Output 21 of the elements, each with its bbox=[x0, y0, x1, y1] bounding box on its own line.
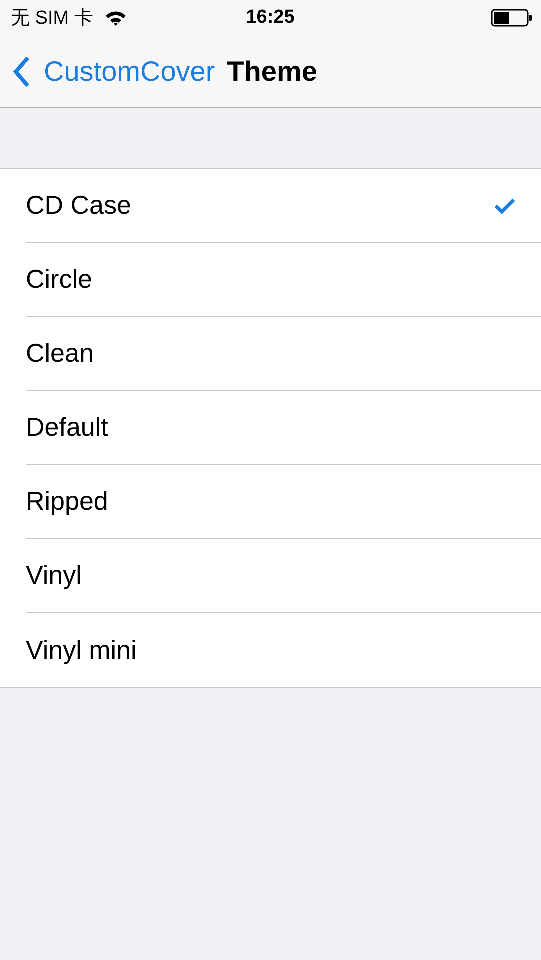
option-label: Circle bbox=[26, 264, 92, 295]
theme-option[interactable]: CD Case bbox=[26, 169, 541, 243]
option-label: Vinyl bbox=[26, 560, 82, 591]
theme-option[interactable]: Vinyl bbox=[26, 539, 541, 613]
option-label: Clean bbox=[26, 338, 94, 369]
battery-icon bbox=[491, 9, 533, 27]
option-label: Default bbox=[26, 412, 108, 443]
clock-text: 16:25 bbox=[246, 7, 295, 29]
screen-title: Theme bbox=[227, 56, 318, 88]
theme-option[interactable]: Clean bbox=[26, 317, 541, 391]
chevron-left-icon bbox=[12, 56, 32, 88]
wifi-icon bbox=[105, 10, 128, 26]
theme-option[interactable]: Vinyl mini bbox=[26, 613, 541, 687]
option-label: Ripped bbox=[26, 486, 108, 517]
theme-option[interactable]: Default bbox=[26, 391, 541, 465]
carrier-text: 无 SIM 卡 bbox=[11, 7, 94, 31]
theme-option[interactable]: Ripped bbox=[26, 465, 541, 539]
theme-option[interactable]: Circle bbox=[26, 243, 541, 317]
back-button[interactable]: CustomCover bbox=[12, 56, 216, 88]
option-label: CD Case bbox=[26, 190, 132, 221]
option-label: Vinyl mini bbox=[26, 634, 137, 666]
